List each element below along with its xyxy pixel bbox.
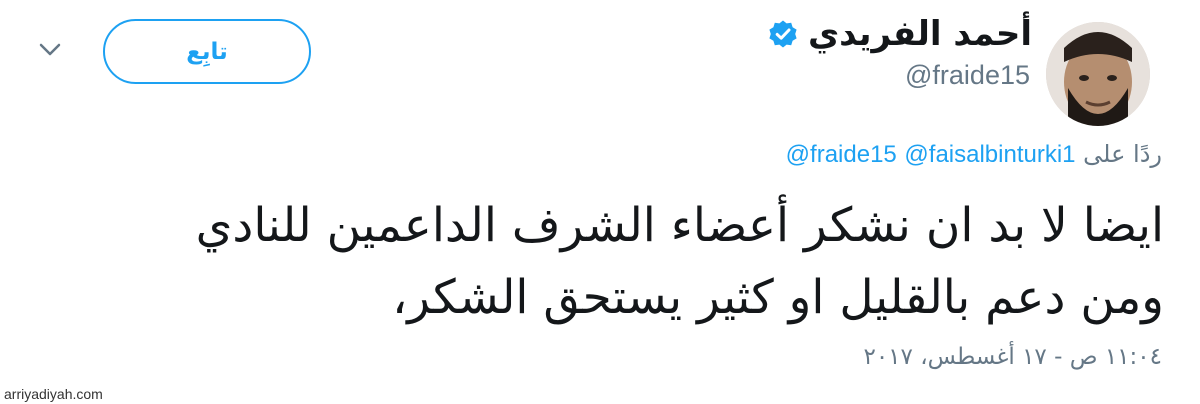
- verified-badge-icon: [769, 20, 797, 48]
- avatar[interactable]: [1046, 22, 1150, 126]
- tweet-timestamp[interactable]: ١١:٠٤ ص - ١٧ أغسطس، ٢٠١٧: [863, 344, 1162, 370]
- mention-link[interactable]: @faisalbinturki1: [904, 141, 1075, 168]
- follow-button[interactable]: تابِع: [103, 19, 311, 84]
- user-handle[interactable]: @fraide15: [905, 60, 1030, 91]
- mention-link[interactable]: @fraide15: [786, 141, 897, 168]
- name-row: أحمد الفريدي: [768, 10, 1032, 58]
- tweet-line: ايضا لا بد ان نشكر أعضاء الشرف الداعمين …: [195, 198, 1164, 253]
- chevron-down-icon[interactable]: [38, 42, 62, 58]
- tweet-line: ومن دعم بالقليل او كثير يستحق الشكر،: [392, 270, 1164, 325]
- reply-prefix: ردًا على: [1083, 140, 1162, 168]
- tweet-header: أحمد الفريدي @fraide15 تابِع: [0, 0, 1200, 130]
- site-watermark: arriyadiyah.com: [4, 386, 103, 402]
- display-name[interactable]: أحمد الفريدي: [808, 14, 1032, 54]
- tweet-text: ايضا لا بد ان نشكر أعضاء الشرف الداعمين …: [24, 190, 1164, 334]
- reply-context: ردًا على @faisalbinturki1 @fraide15: [786, 140, 1162, 169]
- avatar-image: [1046, 22, 1150, 126]
